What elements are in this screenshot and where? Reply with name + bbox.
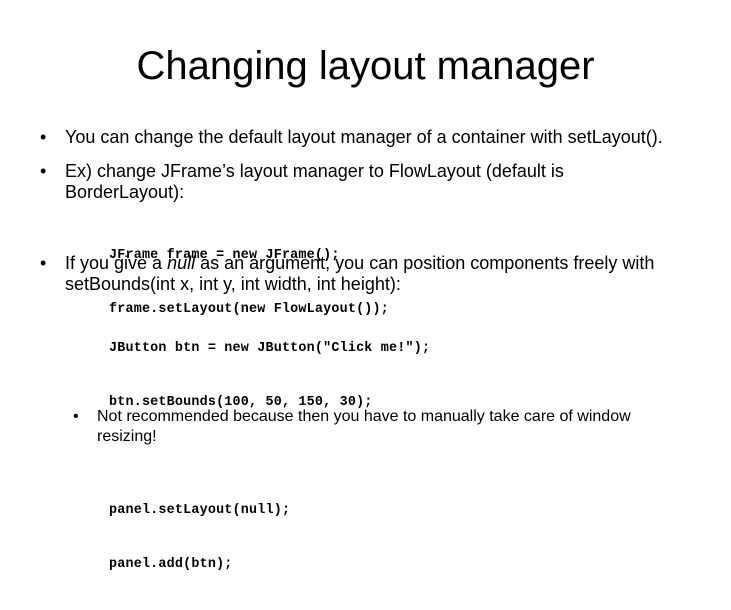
- code-block-button: JButton btn = new JButton("Click me!"); …: [109, 304, 430, 610]
- code-line: JButton btn = new JButton("Click me!");: [109, 341, 431, 356]
- sub-bullet-marker: •: [73, 408, 79, 425]
- bullet-text-before: If you give a: [65, 253, 168, 273]
- slide-title: Changing layout manager: [136, 44, 595, 88]
- code-line: panel.setLayout(null);: [109, 503, 291, 518]
- code-line: panel.add(btn);: [109, 557, 233, 572]
- sub-bullet-item: • Not recommended because then you have …: [73, 407, 673, 447]
- bullet-marker: •: [40, 127, 47, 147]
- bullet-text: Ex) change JFrame’s layout manager to Fl…: [65, 161, 564, 202]
- bullet-marker: •: [40, 161, 47, 181]
- bullet-text: You can change the default layout manage…: [65, 127, 663, 147]
- bullet-item-3: • If you give a null as an argument, you…: [40, 253, 700, 295]
- sub-bullet-text: Not recommended because then you have to…: [97, 408, 631, 445]
- bullet-marker: •: [40, 253, 47, 273]
- slide: Changing layout manager • You can change…: [0, 0, 731, 572]
- bullet-text: If you give a null as an argument, you c…: [65, 253, 695, 295]
- bullet-emphasis: null: [167, 253, 196, 273]
- bullet-item-2: • Ex) change JFrame’s layout manager to …: [40, 161, 700, 203]
- bullet-item-1: • You can change the default layout mana…: [40, 127, 700, 148]
